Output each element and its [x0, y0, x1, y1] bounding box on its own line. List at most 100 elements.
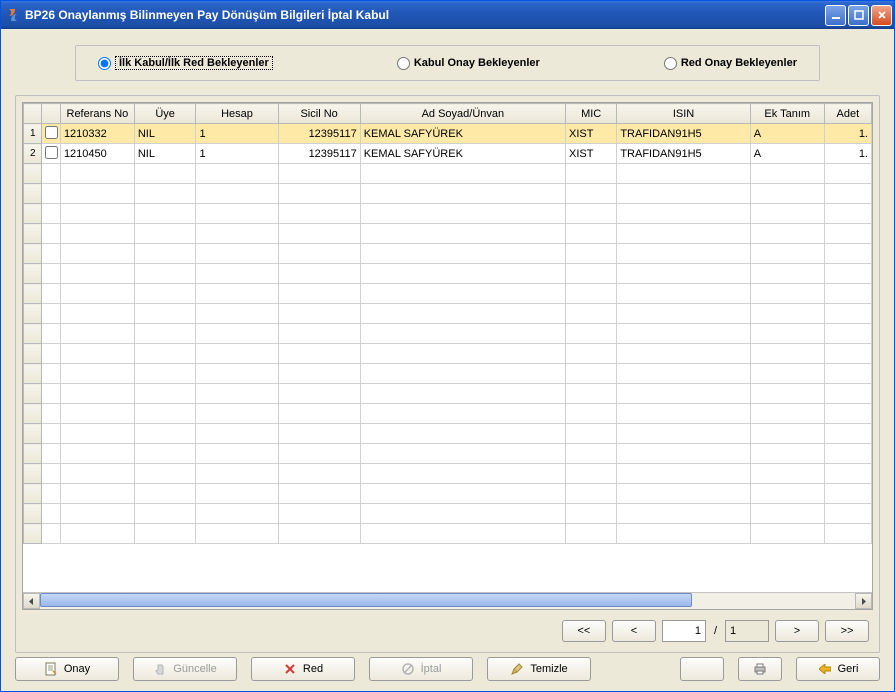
col-referans[interactable]: Referans No [60, 104, 134, 124]
table-row-empty [24, 464, 872, 484]
checkbox-header[interactable] [42, 104, 60, 124]
pager-slash: / [714, 625, 717, 637]
grid-viewport[interactable]: Referans No Üye Hesap Sicil No Ad Soyad/… [23, 103, 872, 592]
geri-button[interactable]: Geri [796, 657, 880, 681]
col-hesap[interactable]: Hesap [196, 104, 278, 124]
col-adet[interactable]: Adet [824, 104, 871, 124]
row-checkbox-cell[interactable] [42, 124, 60, 144]
cell-adet[interactable]: 1. [824, 124, 871, 144]
print-button[interactable] [738, 657, 782, 681]
scroll-track[interactable] [40, 593, 855, 609]
row-number [24, 524, 42, 544]
pager-next-button[interactable]: > [775, 620, 819, 642]
cell-referans[interactable]: 1210450 [60, 144, 134, 164]
cell-adet[interactable]: 1. [824, 144, 871, 164]
cell-hesap[interactable]: 1 [196, 144, 278, 164]
scroll-thumb[interactable] [40, 593, 692, 607]
table-row-empty [24, 304, 872, 324]
cell-hesap[interactable]: 1 [196, 124, 278, 144]
col-mic[interactable]: MIC [566, 104, 617, 124]
iptal-button[interactable]: İptal [369, 657, 473, 681]
cell-uye[interactable]: NIL [134, 144, 196, 164]
pager-prev-button[interactable]: < [612, 620, 656, 642]
col-ektanim[interactable]: Ek Tanım [750, 104, 824, 124]
cell-isin[interactable]: TRAFIDAN91H5 [617, 124, 750, 144]
filter-radio-2[interactable] [397, 57, 410, 70]
close-button[interactable] [871, 5, 892, 26]
filter-option-2[interactable]: Kabul Onay Bekleyenler [397, 57, 540, 70]
col-sicil[interactable]: Sicil No [278, 104, 360, 124]
row-checkbox-cell[interactable] [42, 144, 60, 164]
col-isin[interactable]: ISIN [617, 104, 750, 124]
cell-sicil[interactable]: 12395117 [278, 124, 360, 144]
filter-panel: İlk Kabul/İlk Red Bekleyenler Kabul Onay… [75, 45, 820, 81]
guncelle-button[interactable]: Güncelle [133, 657, 237, 681]
hand-icon [153, 662, 167, 676]
pager-page-input[interactable] [662, 620, 706, 642]
col-uye[interactable]: Üye [134, 104, 196, 124]
minimize-button[interactable] [825, 5, 846, 26]
x-red-icon [283, 662, 297, 676]
row-number [24, 244, 42, 264]
window-root: BP26 Onaylanmış Bilinmeyen Pay Dönüşüm B… [0, 0, 895, 692]
row-checkbox[interactable] [45, 146, 58, 159]
row-number[interactable]: 2 [24, 144, 42, 164]
red-label: Red [303, 663, 323, 675]
printer-icon [753, 662, 767, 676]
filter-option-1[interactable]: İlk Kabul/İlk Red Bekleyenler [98, 56, 273, 70]
table-row-empty [24, 384, 872, 404]
cell-mic[interactable]: XIST [566, 144, 617, 164]
cell-mic[interactable]: XIST [566, 124, 617, 144]
cell-uye[interactable]: NIL [134, 124, 196, 144]
cell-adsoyad[interactable]: KEMAL SAFYÜREK [360, 144, 565, 164]
table-row-empty [24, 364, 872, 384]
cell-isin[interactable]: TRAFIDAN91H5 [617, 144, 750, 164]
filter-radio-3[interactable] [664, 57, 677, 70]
pager-total: 1 [725, 620, 769, 642]
table-row-empty [24, 424, 872, 444]
horizontal-scrollbar[interactable] [23, 592, 872, 609]
row-number [24, 304, 42, 324]
temizle-label: Temizle [530, 663, 567, 675]
red-button[interactable]: Red [251, 657, 355, 681]
temizle-button[interactable]: Temizle [487, 657, 591, 681]
filter-option-3[interactable]: Red Onay Bekleyenler [664, 57, 797, 70]
scroll-left-button[interactable] [23, 593, 40, 609]
table-row-empty [24, 344, 872, 364]
row-number [24, 224, 42, 244]
header-row: Referans No Üye Hesap Sicil No Ad Soyad/… [24, 104, 872, 124]
pager-last-button[interactable]: >> [825, 620, 869, 642]
row-number [24, 284, 42, 304]
cell-ektanim[interactable]: A [750, 124, 824, 144]
row-number [24, 264, 42, 284]
row-checkbox[interactable] [45, 126, 58, 139]
app-icon [5, 7, 21, 23]
table-row-empty [24, 444, 872, 464]
maximize-button[interactable] [848, 5, 869, 26]
table-row[interactable]: 2 1210450NIL112395117KEMAL SAFYÜREKXISTTR… [24, 144, 872, 164]
pager-first-button[interactable]: << [562, 620, 606, 642]
table-row-empty [24, 404, 872, 424]
cell-sicil[interactable]: 12395117 [278, 144, 360, 164]
cell-referans[interactable]: 1210332 [60, 124, 134, 144]
cell-ektanim[interactable]: A [750, 144, 824, 164]
broom-icon [510, 662, 524, 676]
blank-button[interactable] [680, 657, 724, 681]
rownum-header[interactable] [24, 104, 42, 124]
guncelle-label: Güncelle [173, 663, 216, 675]
row-number [24, 444, 42, 464]
filter-radio-1[interactable] [98, 57, 111, 70]
row-number [24, 344, 42, 364]
col-adsoyad[interactable]: Ad Soyad/Ünvan [360, 104, 565, 124]
onay-button[interactable]: Onay [15, 657, 119, 681]
table-row[interactable]: 11210332NIL112395117KEMAL SAFYÜREKXISTTR… [24, 124, 872, 144]
table-row-empty [24, 184, 872, 204]
scroll-right-button[interactable] [855, 593, 872, 609]
titlebar: BP26 Onaylanmış Bilinmeyen Pay Dönüşüm B… [1, 1, 894, 29]
cancel-circle-icon [401, 662, 415, 676]
row-number[interactable]: 1 [24, 124, 42, 144]
row-number [24, 464, 42, 484]
table-row-empty [24, 504, 872, 524]
cell-adsoyad[interactable]: KEMAL SAFYÜREK [360, 124, 565, 144]
row-number [24, 424, 42, 444]
